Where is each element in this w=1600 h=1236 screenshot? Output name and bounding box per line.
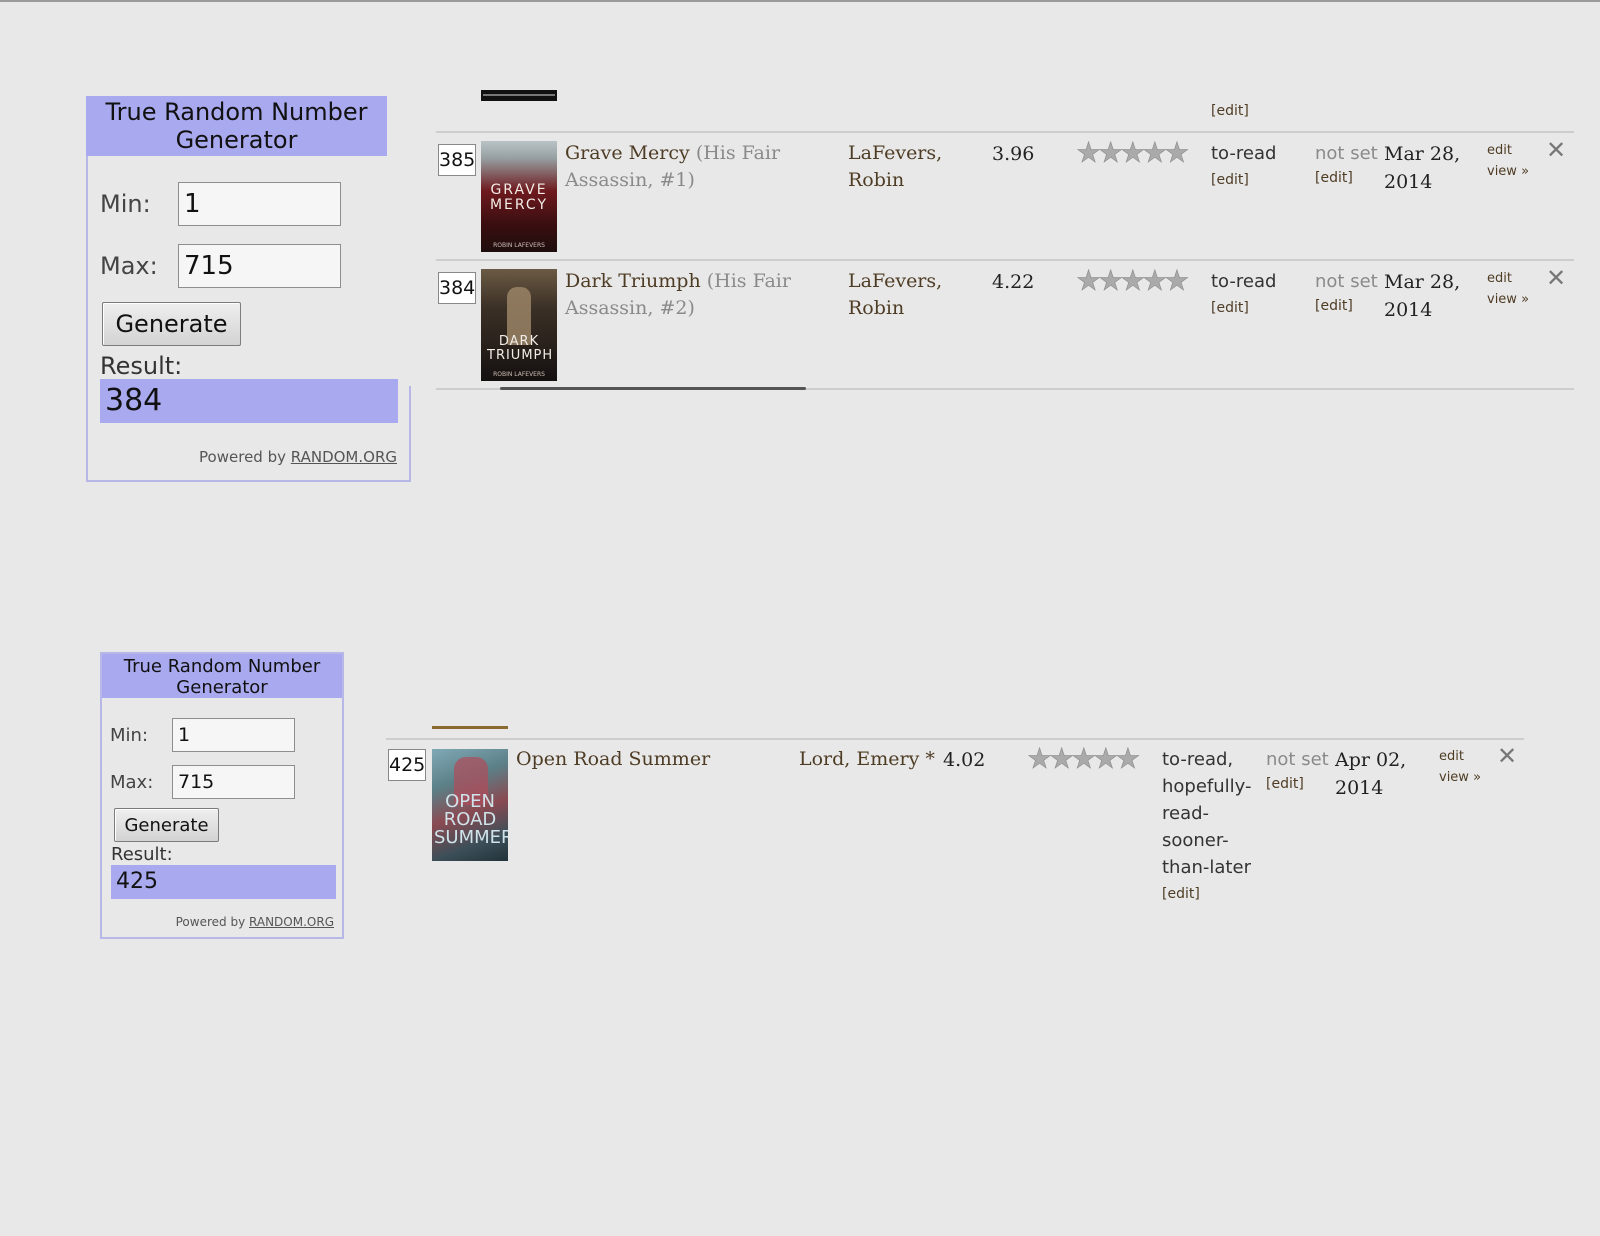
widget-edge-mask (387, 94, 417, 386)
row-divider (436, 259, 1574, 261)
shelf-cell: to-read, hopefully-read-sooner-than-late… (1162, 746, 1252, 908)
star-rating[interactable]: ★★★★★ (1027, 744, 1141, 773)
book-title[interactable]: Dark Triumph (His Fair Assassin, #2) (565, 268, 815, 322)
book-title[interactable]: Open Road Summer (516, 746, 776, 773)
max-input[interactable] (172, 765, 295, 799)
date-added: Mar 28, 2014 (1384, 271, 1461, 321)
result-label: Result: (111, 844, 173, 865)
book-author[interactable]: Lord, Emery * (799, 746, 939, 773)
date-read-cell: not set [edit] (1315, 143, 1378, 186)
remove-icon[interactable]: ✕ (1546, 266, 1566, 290)
max-label: Max: (100, 252, 158, 280)
date-read-value: not set (1315, 271, 1378, 292)
book-author[interactable]: LaFevers, Robin (848, 140, 948, 194)
remove-icon[interactable]: ✕ (1546, 138, 1566, 162)
date-added: Apr 02, 2014 (1335, 749, 1407, 799)
star-rating[interactable]: ★★★★★ (1076, 266, 1190, 295)
cover-title: GRAVE MERCY (489, 182, 549, 213)
shelf-edit-link[interactable]: [edit] (1162, 881, 1252, 908)
shelf-edit-link[interactable]: [edit] (1211, 167, 1311, 194)
title-text[interactable]: Open Road Summer (516, 748, 710, 770)
cover-title: DARK TRIUMPH (487, 334, 554, 363)
generate-button[interactable]: Generate (114, 808, 219, 842)
cover-author: ROBIN LAFEVERS (493, 371, 545, 378)
actions-cell: edit view » (1439, 746, 1481, 788)
top-border (0, 0, 1600, 2)
shelf-name[interactable]: to-read (1211, 140, 1311, 167)
rng-title: True Random Number Generator (102, 654, 342, 698)
cover-title: OPEN ROAD SUMMER (434, 791, 508, 848)
edit-link[interactable]: edit (1487, 268, 1529, 289)
powered-by-text: Powered by (175, 915, 246, 929)
min-label: Min: (100, 190, 151, 218)
max-row: Max: (88, 244, 341, 288)
avg-rating: 4.22 (992, 271, 1035, 293)
date-read-edit-link[interactable]: [edit] (1315, 170, 1378, 186)
generate-button[interactable]: Generate (102, 302, 241, 346)
result-value: 425 (111, 865, 336, 899)
title-text[interactable]: Dark Triumph (565, 270, 701, 292)
title-text[interactable]: Grave Mercy (565, 142, 690, 164)
date-read-cell: not set [edit] (1315, 271, 1378, 314)
shelf-edit-link[interactable]: [edit] (1211, 295, 1311, 322)
result-label: Result: (100, 352, 183, 380)
book-author[interactable]: LaFevers, Robin (848, 268, 948, 322)
actions-cell: edit view » (1487, 140, 1529, 182)
book-title[interactable]: Grave Mercy (His Fair Assassin, #1) (565, 140, 815, 194)
min-input[interactable] (178, 182, 341, 226)
date-read-value: not set (1315, 143, 1378, 164)
date-read-cell: not set [edit] (1266, 749, 1329, 792)
edit-link[interactable]: edit (1439, 746, 1481, 767)
previous-row-edit-link[interactable]: [edit] (1211, 103, 1249, 119)
result-value: 384 (100, 379, 398, 423)
row-divider (436, 131, 1574, 133)
actions-cell: edit view » (1487, 268, 1529, 310)
row-divider (386, 738, 1524, 740)
position-box[interactable]: 385 (438, 144, 476, 176)
position-box[interactable]: 384 (438, 272, 476, 304)
cover-author: ROBIN LAFEVERS (493, 242, 545, 249)
scroll-fragment (500, 387, 806, 390)
max-input[interactable] (178, 244, 341, 288)
view-link[interactable]: view » (1439, 767, 1481, 788)
position-box[interactable]: 425 (388, 749, 426, 781)
edit-link[interactable]: edit (1487, 140, 1529, 161)
avg-rating: 3.96 (992, 143, 1035, 165)
min-input[interactable] (172, 718, 295, 752)
shelf-name[interactable]: to-read (1211, 268, 1311, 295)
shelf-cell: to-read [edit] (1211, 140, 1311, 194)
min-row: Min: (102, 718, 295, 752)
avg-rating: 4.02 (943, 749, 986, 771)
date-read-value: not set (1266, 749, 1329, 770)
rng-title: True Random Number Generator (86, 96, 387, 156)
book-cover[interactable]: DARK TRIUMPH ROBIN LAFEVERS (481, 269, 557, 381)
book-cover[interactable]: GRAVE MERCY ROBIN LAFEVERS (481, 141, 557, 252)
max-label: Max: (110, 771, 154, 793)
view-link[interactable]: view » (1487, 161, 1529, 182)
random-org-link[interactable]: RANDOM.ORG (291, 448, 397, 466)
max-row: Max: (102, 765, 295, 799)
min-label: Min: (110, 724, 149, 746)
date-read-edit-link[interactable]: [edit] (1266, 776, 1329, 792)
book-cover[interactable]: OPEN ROAD SUMMER (432, 749, 508, 861)
powered-by-text: Powered by (199, 448, 286, 466)
view-link[interactable]: view » (1487, 289, 1529, 310)
shelf-cell: to-read [edit] (1211, 268, 1311, 322)
min-row: Min: (88, 182, 341, 226)
previous-cover-fragment (432, 726, 508, 729)
random-number-generator-bottom: True Random Number Generator Min: Max: G… (100, 652, 344, 939)
date-added: Mar 28, 2014 (1384, 143, 1461, 193)
powered-by: Powered by RANDOM.ORG (199, 448, 397, 466)
star-rating[interactable]: ★★★★★ (1076, 138, 1190, 167)
previous-cover-fragment-line (483, 94, 555, 96)
date-read-edit-link[interactable]: [edit] (1315, 298, 1378, 314)
random-org-link[interactable]: RANDOM.ORG (249, 915, 334, 929)
shelf-name[interactable]: to-read, hopefully-read-sooner-than-late… (1162, 746, 1252, 881)
remove-icon[interactable]: ✕ (1497, 744, 1517, 768)
random-number-generator-top: True Random Number Generator Min: Max: G… (86, 94, 417, 482)
powered-by: Powered by RANDOM.ORG (176, 915, 334, 929)
